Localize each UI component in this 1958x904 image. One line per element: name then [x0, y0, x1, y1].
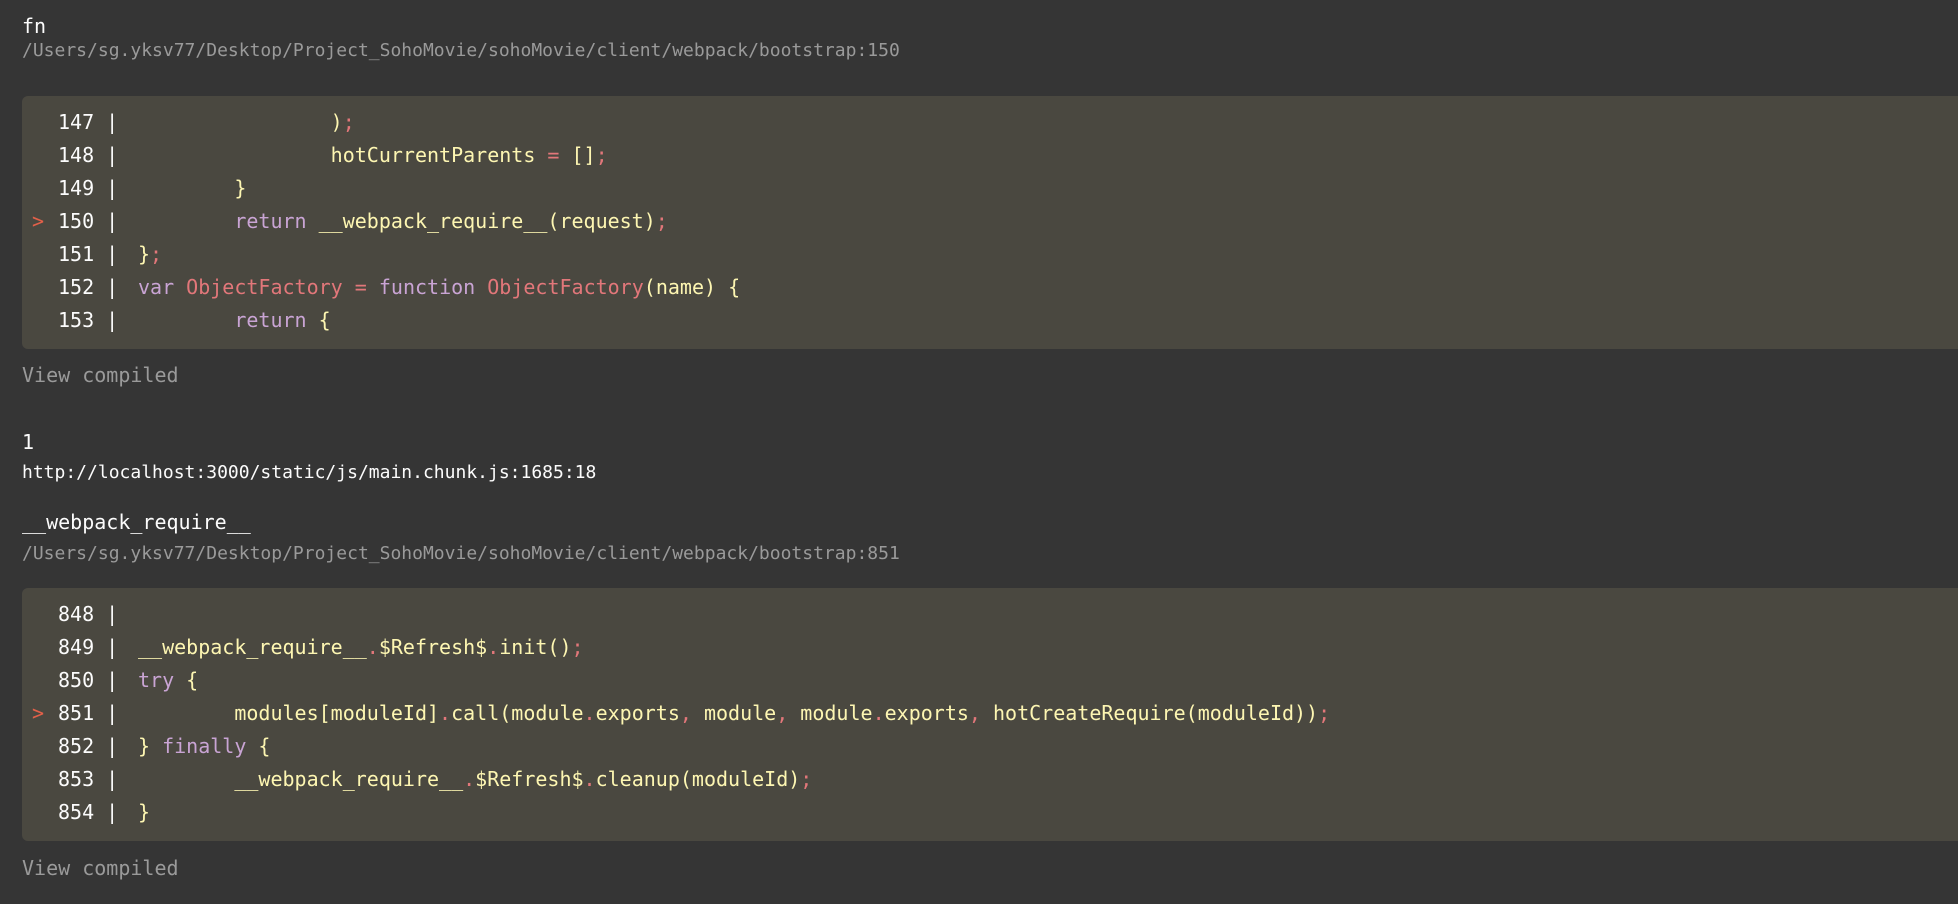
- code-line: 853 | __webpack_require__.$Refresh$.clea…: [22, 763, 1958, 796]
- code-text: var ObjectFactory = function ObjectFacto…: [138, 275, 741, 299]
- view-compiled-link[interactable]: View compiled: [22, 362, 179, 388]
- frame-file-path: /Users/sg.yksv77/Desktop/Project_SohoMov…: [22, 40, 900, 61]
- line-number: 850 |: [58, 668, 119, 692]
- code-text: return {: [234, 308, 331, 332]
- highlighted-code-line: >150 | return __webpack_require__(reques…: [22, 205, 1958, 238]
- code-line: 850 | try {: [22, 664, 1958, 697]
- code-line: 149 | }: [22, 172, 1958, 205]
- code-line: 147 | );: [22, 106, 1958, 139]
- code-text: };: [138, 242, 163, 266]
- code-text: try {: [138, 668, 199, 692]
- code-line: 152 | var ObjectFactory = function Object…: [22, 271, 1958, 304]
- line-number: 150 |: [58, 209, 119, 233]
- code-text: hotCurrentParents = [];: [330, 143, 608, 167]
- code-text: __webpack_require__.$Refresh$.init();: [138, 635, 584, 659]
- code-line: 148 | hotCurrentParents = [];: [22, 139, 1958, 172]
- line-number: 851 |: [58, 701, 119, 725]
- frame-function-name: 1: [22, 430, 35, 454]
- code-snippet: 147 | ); 148 | hotCurrentParents = []; 149…: [22, 96, 1958, 349]
- line-number: 854 |: [58, 800, 119, 824]
- line-number: 852 |: [58, 734, 119, 758]
- view-compiled-link[interactable]: View compiled: [22, 855, 179, 881]
- line-number: 151 |: [58, 242, 119, 266]
- frame-file-path: /Users/sg.yksv77/Desktop/Project_SohoMov…: [22, 543, 900, 564]
- error-line-marker: >: [32, 209, 45, 233]
- error-overlay-stack: fn /Users/sg.yksv77/Desktop/Project_Soho…: [0, 0, 1958, 904]
- frame-function-name: fn: [22, 14, 47, 38]
- frame-function-name: __webpack_require__: [22, 510, 251, 534]
- code-line: 852 | } finally {: [22, 730, 1958, 763]
- code-text: modules[moduleId].call(module.exports, m…: [138, 701, 1331, 725]
- code-line: 849 | __webpack_require__.$Refresh$.init(…: [22, 631, 1958, 664]
- code-line: 151 |};: [22, 238, 1958, 271]
- line-number: 849 |: [58, 635, 119, 659]
- highlighted-code-line: >851 | modules[moduleId].call(module.exp…: [22, 697, 1958, 730]
- line-number: 848 |: [58, 602, 119, 626]
- line-number: 149 |: [58, 176, 119, 200]
- code-text: return __webpack_require__(request);: [234, 209, 668, 233]
- code-text: }: [138, 176, 247, 200]
- code-text: );: [330, 110, 355, 134]
- error-line-marker: >: [32, 701, 45, 725]
- code-line: 854 |}: [22, 796, 1958, 829]
- code-text: }: [138, 800, 151, 824]
- code-line: 153 | return {: [22, 304, 1958, 337]
- code-text: } finally {: [138, 734, 271, 758]
- line-number: 153 |: [58, 308, 119, 332]
- code-text: __webpack_require__.$Refresh$.cleanup(mo…: [138, 767, 813, 791]
- line-number: 148 |: [58, 143, 119, 167]
- code-snippet: 848 | 849 | __webpack_require__.$Refresh$.…: [22, 588, 1958, 841]
- line-number: 853 |: [58, 767, 119, 791]
- code-line: 848 |: [22, 598, 1958, 631]
- line-number: 147 |: [58, 110, 119, 134]
- frame-url: http://localhost:3000/static/js/main.chu…: [22, 462, 597, 483]
- line-number: 152 |: [58, 275, 119, 299]
